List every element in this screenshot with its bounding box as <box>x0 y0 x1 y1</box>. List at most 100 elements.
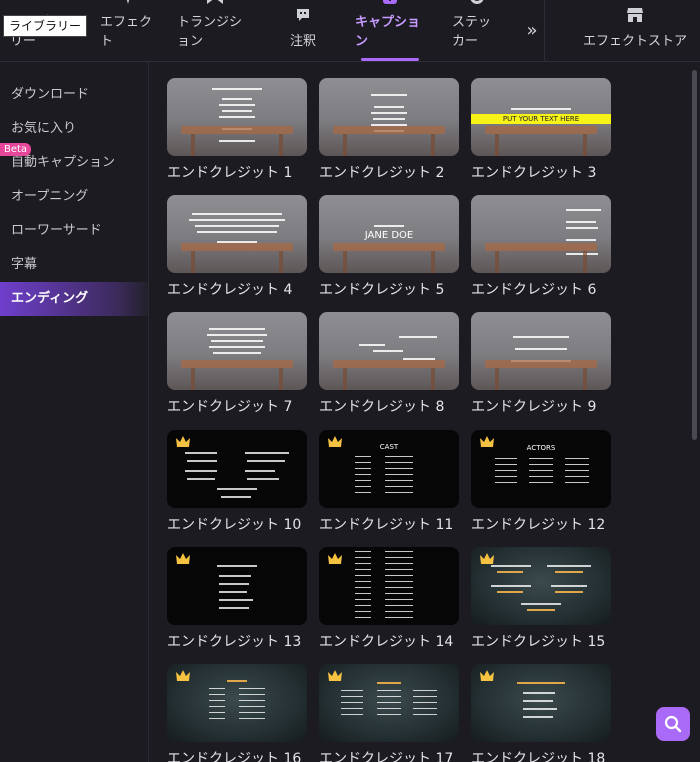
template-grid: エンドクレジット 1 エンドクレジット 2 PUT YOUR TEXT HERE… <box>149 62 689 762</box>
template-label: エンドクレジット 2 <box>319 165 445 181</box>
category-sidebar: ダウンロード お気に入り 自動キャプション オープニング ローワーサード 字幕 … <box>0 62 149 762</box>
template-card[interactable]: エンドクレジット 1 <box>167 78 307 182</box>
search-button[interactable] <box>656 707 690 741</box>
template-label: エンドクレジット 8 <box>319 399 445 415</box>
template-label: エンドクレジット 1 <box>167 165 293 181</box>
template-thumbnail <box>471 312 611 390</box>
active-tab-indicator <box>361 58 419 61</box>
template-label: エンドクレジット 13 <box>167 634 302 650</box>
template-card[interactable]: エンドクレジット 18 <box>471 664 611 762</box>
template-label: エンドクレジット 18 <box>471 751 606 762</box>
template-label: エンドクレジット 9 <box>471 399 597 415</box>
template-thumbnail <box>167 664 307 742</box>
template-card[interactable]: エンドクレジット 10 <box>167 430 307 534</box>
crown-icon <box>176 553 190 564</box>
template-label: エンドクレジット 6 <box>471 282 597 298</box>
template-label: エンドクレジット 15 <box>471 634 606 650</box>
template-thumbnail <box>471 547 611 625</box>
template-card[interactable]: JANE DOE エンドクレジット 5 <box>319 195 459 299</box>
tab-captions[interactable]: キャプション <box>355 0 425 61</box>
tab-label: 注釈 <box>289 34 316 49</box>
template-card[interactable]: エンドクレジット 17 <box>319 664 459 762</box>
tab-stickers[interactable]: ステッカー <box>452 0 502 61</box>
template-card[interactable]: エンドクレジット 6 <box>471 195 611 299</box>
template-thumbnail <box>319 312 459 390</box>
beta-badge: Beta <box>0 143 32 156</box>
template-label: エンドクレジット 12 <box>471 517 606 533</box>
template-thumbnail <box>319 78 459 156</box>
template-thumbnail: JANE DOE <box>319 195 459 273</box>
template-label: エンドクレジット 16 <box>167 751 302 762</box>
annotation-icon <box>294 6 312 24</box>
template-card[interactable]: PUT YOUR TEXT HERE エンドクレジット 3 <box>471 78 611 182</box>
template-thumbnail: CAST <box>319 430 459 508</box>
template-thumbnail <box>471 195 611 273</box>
tab-label: エフェクトストア <box>582 34 687 49</box>
template-heading: ACTORS <box>526 444 556 452</box>
tab-transitions[interactable]: トランジション <box>177 0 253 61</box>
template-card[interactable]: エンドクレジット 2 <box>319 78 459 182</box>
tab-label: トランジション <box>177 15 243 49</box>
template-card[interactable]: エンドクレジット 16 <box>167 664 307 762</box>
tab-label: キャプション <box>355 15 421 49</box>
template-label: エンドクレジット 17 <box>319 751 454 762</box>
sidebar-item-opening[interactable]: オープニング <box>0 180 148 214</box>
template-thumbnail <box>167 547 307 625</box>
search-icon <box>664 715 682 733</box>
template-heading: JANE DOE <box>364 230 414 241</box>
banner-text: PUT YOUR TEXT HERE <box>502 115 580 123</box>
crown-icon <box>176 670 190 681</box>
tab-label: エフェクト <box>100 15 153 49</box>
template-card[interactable]: エンドクレジット 9 <box>471 312 611 416</box>
template-heading: CAST <box>379 443 399 451</box>
tab-effect-store[interactable]: エフェクトストア <box>580 0 690 61</box>
crown-icon <box>480 553 494 564</box>
template-thumbnail <box>167 312 307 390</box>
more-tabs-button[interactable]: » <box>520 0 544 61</box>
template-card[interactable]: エンドクレジット 13 <box>167 547 307 651</box>
sidebar-item-lower-third[interactable]: ローワーサード <box>0 214 148 248</box>
tab-label: ステッカー <box>452 15 492 49</box>
template-thumbnail <box>167 78 307 156</box>
sidebar-item-favorites[interactable]: お気に入り <box>0 112 148 146</box>
tab-divider <box>544 0 545 61</box>
template-label: エンドクレジット 3 <box>471 165 597 181</box>
crown-icon <box>328 553 342 564</box>
template-label: エンドクレジット 4 <box>167 282 293 298</box>
more-icon: » <box>526 20 538 41</box>
template-thumbnail <box>319 664 459 742</box>
tab-annotations[interactable]: 注釈 <box>283 0 323 61</box>
template-thumbnail: ACTORS <box>471 430 611 508</box>
crown-icon <box>176 436 190 447</box>
template-thumbnail <box>471 664 611 742</box>
template-card[interactable]: エンドクレジット 8 <box>319 312 459 416</box>
template-thumbnail <box>167 430 307 508</box>
caption-icon <box>381 0 399 5</box>
sidebar-item-subtitles[interactable]: 字幕 <box>0 248 148 282</box>
crown-icon <box>328 670 342 681</box>
tab-effects[interactable]: エフェクト <box>100 0 156 61</box>
scrollbar-thumb[interactable] <box>692 70 697 440</box>
top-tab-bar: ライブラリー エフェクト トランジション 注釈 キャプション ステッカー » <box>0 0 700 62</box>
crown-icon <box>480 670 494 681</box>
template-label: エンドクレジット 10 <box>167 517 302 533</box>
template-label: エンドクレジット 5 <box>319 282 445 298</box>
sidebar-item-download[interactable]: ダウンロード <box>0 78 148 112</box>
template-card[interactable]: ACTORS エンドクレジット 12 <box>471 430 611 534</box>
template-card[interactable]: エンドクレジット 4 <box>167 195 307 299</box>
template-card[interactable]: エンドクレジット 14 <box>319 547 459 651</box>
template-thumbnail <box>319 547 459 625</box>
template-thumbnail <box>167 195 307 273</box>
template-card[interactable]: エンドクレジット 7 <box>167 312 307 416</box>
template-label: エンドクレジット 14 <box>319 634 454 650</box>
library-icon <box>31 0 49 5</box>
sticker-icon <box>468 0 486 5</box>
template-thumbnail: PUT YOUR TEXT HERE <box>471 78 611 156</box>
template-card[interactable]: エンドクレジット 15 <box>471 547 611 651</box>
tooltip: ライブラリー <box>3 15 88 37</box>
sidebar-item-ending[interactable]: エンディング <box>0 282 148 316</box>
vertical-scrollbar[interactable] <box>689 62 700 762</box>
template-card[interactable]: CAST エンドクレジット 11 <box>319 430 459 534</box>
sparkle-icon <box>119 0 137 5</box>
template-label: エンドクレジット 7 <box>167 399 293 415</box>
